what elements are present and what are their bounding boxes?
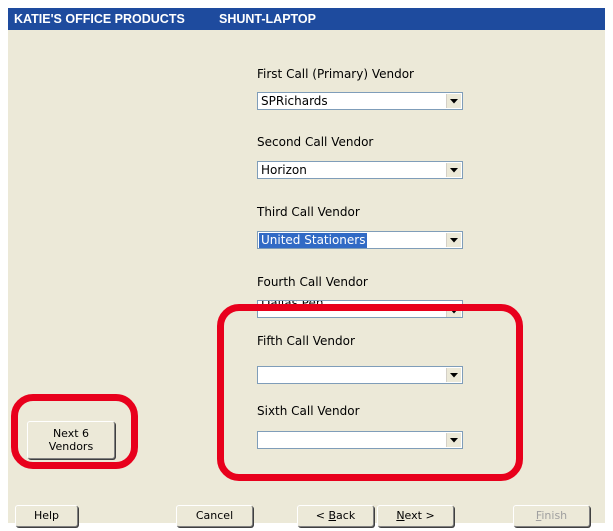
next-6-line-2: Vendors	[48, 440, 94, 453]
fifth-vendor-dropdown[interactable]	[257, 366, 463, 384]
fourth-vendor-value: Dallas Pen	[261, 300, 324, 310]
cancel-button[interactable]: Cancel	[176, 505, 253, 527]
chevron-down-icon[interactable]	[446, 433, 461, 447]
third-vendor-value: United Stationers	[259, 233, 368, 248]
next-label: Next >	[396, 509, 434, 522]
help-button[interactable]: Help	[15, 505, 78, 527]
chevron-down-icon[interactable]	[446, 368, 461, 382]
fourth-vendor-dropdown[interactable]: Dallas Pen	[257, 300, 463, 318]
back-prefix: <	[315, 509, 329, 522]
vendor-setup-window: KATIE'S OFFICE PRODUCTS SHUNT-LAPTOP Fir…	[0, 0, 613, 531]
header-bar: KATIE'S OFFICE PRODUCTS SHUNT-LAPTOP	[8, 8, 605, 30]
help-label: Help	[33, 509, 60, 522]
second-vendor-value: Horizon	[261, 163, 307, 177]
first-vendor-value: SPRichards	[261, 94, 328, 108]
chevron-down-icon[interactable]	[446, 163, 461, 177]
next-button[interactable]: Next >	[377, 505, 454, 527]
sixth-vendor-label: Sixth Call Vendor	[257, 404, 360, 418]
next-accelerator: N	[396, 509, 405, 522]
first-vendor-dropdown[interactable]: SPRichards	[257, 92, 463, 110]
finish-label: Finish	[536, 509, 567, 522]
back-button[interactable]: < Back	[297, 505, 374, 527]
cancel-label: Cancel	[195, 509, 234, 522]
sixth-vendor-dropdown[interactable]	[257, 431, 463, 449]
back-label: < Back	[316, 509, 355, 522]
chevron-down-icon[interactable]	[446, 94, 461, 108]
computer-name: SHUNT-LAPTOP	[219, 12, 316, 26]
third-vendor-dropdown[interactable]: United Stationers	[257, 231, 463, 249]
finish-rest: inish	[541, 509, 568, 522]
chevron-down-icon[interactable]	[446, 304, 461, 317]
third-vendor-label: Third Call Vendor	[257, 205, 360, 219]
next-6-line-1: Next 6	[52, 427, 90, 440]
second-vendor-dropdown[interactable]: Horizon	[257, 161, 463, 179]
back-accelerator: B	[328, 509, 337, 522]
finish-button[interactable]: Finish	[513, 505, 590, 527]
next-6-vendors-button[interactable]: Next 6 Vendors	[27, 421, 115, 459]
next-rest: ext >	[404, 509, 435, 522]
first-vendor-label: First Call (Primary) Vendor	[257, 67, 414, 81]
second-vendor-label: Second Call Vendor	[257, 135, 374, 149]
chevron-down-icon[interactable]	[446, 233, 461, 247]
fourth-vendor-label: Fourth Call Vendor	[257, 275, 368, 289]
back-rest: ack	[336, 509, 356, 522]
company-name: KATIE'S OFFICE PRODUCTS	[14, 12, 185, 26]
fifth-vendor-label: Fifth Call Vendor	[257, 334, 355, 348]
